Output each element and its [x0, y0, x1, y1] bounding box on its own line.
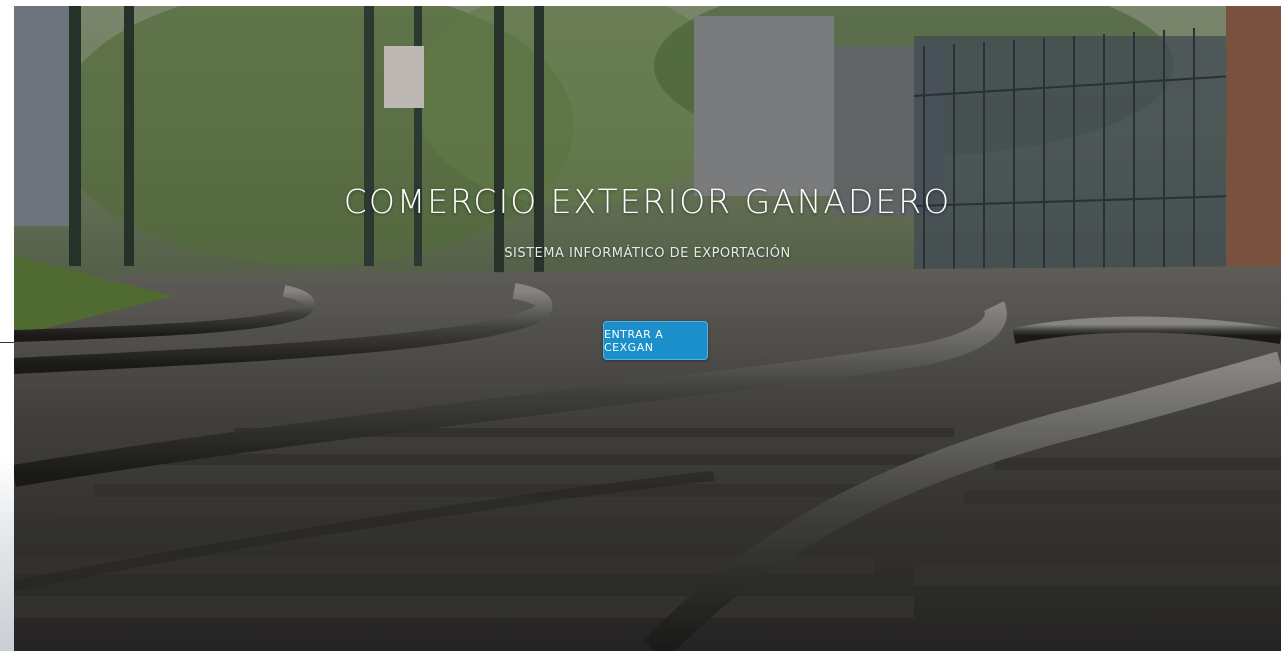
landing-page: COMERCIO EXTERIOR GANADERO SISTEMA INFOR…	[0, 0, 1281, 651]
page-title: COMERCIO EXTERIOR GANADERO	[343, 182, 952, 221]
left-edge-divider	[0, 342, 14, 343]
left-edge-strip	[0, 0, 14, 651]
hero-banner: COMERCIO EXTERIOR GANADERO SISTEMA INFOR…	[14, 6, 1281, 651]
page-subtitle: SISTEMA INFORMÁTICO DE EXPORTACIÓN	[504, 246, 791, 261]
enter-cexgan-button[interactable]: ENTRAR A CEXGAN	[603, 321, 708, 360]
